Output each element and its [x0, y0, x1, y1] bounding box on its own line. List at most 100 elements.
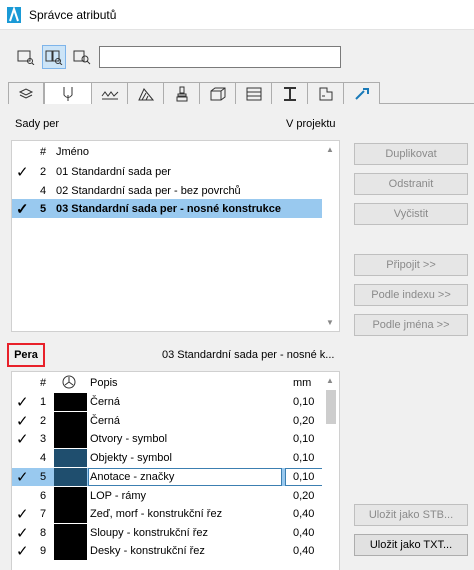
pen-num: 5	[39, 471, 47, 483]
tab-layers[interactable]	[8, 82, 44, 104]
zone-icon	[319, 87, 332, 100]
pen-sets-header: # Jméno	[12, 143, 322, 161]
pen-color-swatch[interactable]	[54, 393, 87, 411]
pen-mm: 0,10	[293, 396, 315, 408]
pen-set-name: 03 Standardní sada per - nosné konstrukc…	[56, 202, 281, 215]
building-material-icon	[210, 87, 225, 100]
surface-icon	[176, 86, 187, 101]
fill-icon	[137, 87, 154, 100]
mep-icon	[354, 87, 369, 100]
pen-set-row[interactable]: ✓ 2 01 Standardní sada per	[12, 162, 322, 181]
pens-list[interactable]: # Popis mm ✓ 1 Černá 0,10 ✓ 2 Černá 0,20 ✓ 3 Otvor…	[11, 371, 340, 570]
pen-color-swatch[interactable]	[54, 412, 87, 430]
pen-row[interactable]: ✓ 3 Otvory - symbol 0,10	[12, 430, 324, 448]
pen-sets-label: Sady per	[15, 118, 60, 130]
in-project-check-icon: ✓	[16, 431, 29, 448]
pen-row[interactable]: ✓ 9 Desky - konstrukční řez 0,40	[12, 542, 324, 560]
clean-button[interactable]: Vyčistit	[354, 203, 468, 225]
pen-set-num: 4	[39, 184, 47, 197]
pen-desc: Zeď, morf - konstrukční řez	[90, 508, 223, 520]
pen-row[interactable]: ✓ 2 Černá 0,20	[12, 412, 324, 430]
table-view-icon[interactable]	[14, 45, 38, 69]
scroll-up-icon[interactable]: ▲	[326, 145, 334, 154]
pen-row[interactable]: ✓ 8 Sloupy - konstrukční řez 0,40	[12, 524, 324, 542]
header-name: Jméno	[56, 146, 90, 158]
layers-icon	[18, 87, 34, 99]
pen-desc: Otvory - symbol	[90, 433, 168, 445]
remove-button[interactable]: Odstranit	[354, 173, 468, 195]
header-mm: mm	[293, 377, 312, 389]
scroll-down-icon[interactable]: ▼	[326, 318, 334, 327]
pen-desc: Černá	[90, 396, 120, 408]
in-project-label: V projektu	[286, 118, 336, 130]
archicad-app-icon	[7, 6, 21, 23]
attribute-tabs	[8, 82, 474, 105]
pen-sets-scrollbar[interactable]: ▲ ▼	[322, 141, 339, 331]
pen-color-swatch[interactable]	[54, 487, 87, 505]
pen-set-num: 2	[39, 165, 47, 178]
pen-num: 4	[39, 452, 47, 464]
pen-mm: 0,40	[293, 527, 315, 539]
by-name-button[interactable]: Podle jména >>	[354, 314, 468, 336]
tab-composites[interactable]	[236, 82, 272, 104]
duplicate-button[interactable]: Duplikovat	[354, 143, 468, 165]
pen-set-num: 5	[39, 202, 47, 215]
scroll-thumb[interactable]	[326, 390, 336, 424]
tab-pens[interactable]	[44, 82, 92, 105]
tab-line-types[interactable]	[92, 82, 128, 104]
in-project-check-icon: ✓	[16, 506, 29, 523]
in-project-check-icon: ✓	[16, 200, 29, 218]
pen-row[interactable]: 6 LOP - rámy 0,20	[12, 487, 324, 505]
tab-profiles[interactable]	[272, 82, 308, 104]
tab-surfaces[interactable]	[164, 82, 200, 104]
header-num: #	[39, 377, 47, 389]
pen-color-swatch[interactable]	[54, 468, 87, 486]
view-toolbar	[14, 44, 98, 70]
header-desc: Popis	[90, 377, 118, 389]
pen-row[interactable]: 4 Objekty - symbol 0,10	[12, 449, 324, 467]
pen-mm: 0,40	[293, 545, 315, 557]
pen-row[interactable]: ✓ 7 Zeď, morf - konstrukční řez 0,40	[12, 505, 324, 523]
pens-header: # Popis mm	[12, 374, 324, 392]
search-view-icon[interactable]	[70, 45, 94, 69]
pen-set-name: 02 Standardní sada per - bez povrchů	[56, 184, 241, 197]
save-stb-button[interactable]: Uložit jako STB...	[354, 504, 468, 526]
pen-mm: 0,40	[293, 508, 315, 520]
pen-desc: Objekty - symbol	[90, 452, 172, 464]
pen-color-swatch[interactable]	[54, 430, 87, 448]
pen-color-swatch[interactable]	[54, 505, 87, 523]
tab-building-materials[interactable]	[200, 82, 236, 104]
pen-row[interactable]: ✓ 1 Černá 0,10	[12, 393, 324, 411]
pens-scrollbar[interactable]: ▲	[322, 372, 339, 570]
pen-num: 6	[39, 490, 47, 502]
tab-zones[interactable]	[308, 82, 344, 104]
line-type-icon	[101, 90, 118, 99]
in-project-check-icon: ✓	[16, 394, 29, 411]
pen-set-row[interactable]: 4 02 Standardní sada per - bez povrchů	[12, 181, 322, 200]
pen-num: 9	[39, 545, 47, 557]
pen-color-swatch[interactable]	[54, 542, 87, 560]
window-title: Správce atributů	[29, 7, 117, 22]
save-txt-button[interactable]: Uložit jako TXT...	[354, 534, 468, 556]
pen-num: 3	[39, 433, 47, 445]
pen-num: 7	[39, 508, 47, 520]
tab-mep[interactable]	[344, 82, 380, 104]
pen-color-swatch[interactable]	[54, 449, 87, 467]
pen-mm: 0,10	[293, 471, 315, 483]
pen-set-row-selected[interactable]: ✓ 5 03 Standardní sada per - nosné konst…	[12, 199, 322, 218]
pen-sets-list[interactable]: # Jméno ✓ 2 01 Standardní sada per 4 02 …	[11, 140, 340, 332]
tab-fills[interactable]	[128, 82, 164, 104]
by-index-button[interactable]: Podle indexu >>	[354, 284, 468, 306]
scroll-up-icon[interactable]: ▲	[326, 376, 334, 385]
pen-desc: Anotace - značky	[90, 471, 175, 483]
search-input[interactable]	[99, 46, 341, 68]
in-project-check-icon: ✓	[16, 163, 29, 181]
grid-view-icon[interactable]	[42, 45, 66, 69]
transfer-icon	[62, 375, 76, 392]
pen-row-selected[interactable]: ✓ 5 Anotace - značky 0,10	[12, 468, 324, 486]
append-button[interactable]: Připojit >>	[354, 254, 468, 276]
pen-desc: Desky - konstrukční řez	[90, 545, 205, 557]
title-bar: Správce atributů	[0, 0, 474, 30]
pen-color-swatch[interactable]	[54, 524, 87, 542]
pen-num: 8	[39, 527, 47, 539]
